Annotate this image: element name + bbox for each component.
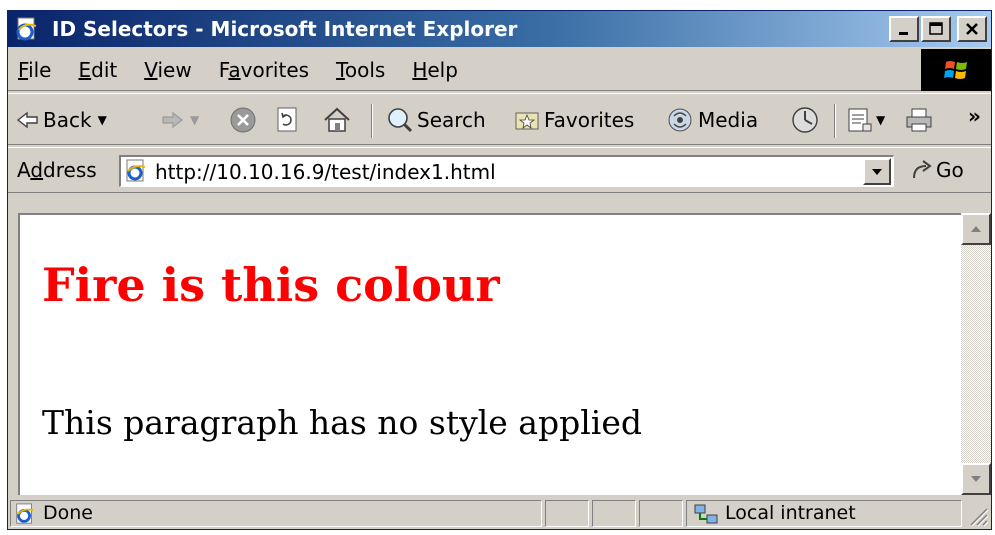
status-pane	[545, 500, 589, 527]
maximize-icon	[929, 22, 943, 35]
refresh-button[interactable]	[274, 104, 300, 136]
home-icon	[324, 107, 350, 132]
page-heading: Fire is this colour	[42, 258, 500, 312]
security-zone-pane: Local intranet	[686, 500, 962, 527]
address-combobox[interactable]	[119, 155, 894, 187]
status-text: Done	[43, 502, 93, 524]
toolbar-separator	[834, 104, 836, 138]
security-zone-label: Local intranet	[725, 502, 856, 524]
mail-icon	[848, 108, 872, 132]
address-label: Address	[17, 158, 97, 182]
minimize-icon	[899, 32, 908, 35]
page-content: Fire is this colour This paragraph has n…	[18, 213, 978, 495]
media-button[interactable]: Media	[666, 104, 758, 136]
back-dropdown-icon[interactable]: ▼	[98, 113, 107, 127]
windows-logo-throbber	[921, 49, 991, 91]
close-button[interactable]	[957, 16, 987, 42]
favorites-button[interactable]: Favorites	[513, 104, 634, 136]
scroll-up-button[interactable]	[961, 213, 991, 245]
chevron-down-icon	[971, 476, 981, 482]
forward-dropdown-icon[interactable]: ▼	[190, 113, 199, 127]
standard-toolbar: Back ▼ ▼ Search Favorites Media ▼ »	[8, 93, 991, 145]
menu-favorites[interactable]: Favorites	[219, 57, 309, 83]
window-controls	[889, 16, 987, 42]
windows-flag-icon	[944, 61, 967, 79]
back-button[interactable]: Back ▼	[16, 104, 107, 136]
vertical-scrollbar[interactable]	[961, 213, 991, 495]
menu-view[interactable]: View	[144, 57, 191, 83]
ie-page-icon	[16, 17, 37, 41]
menu-help[interactable]: Help	[412, 57, 458, 83]
menu-file[interactable]: File	[18, 57, 51, 83]
close-icon	[966, 23, 978, 35]
status-bar: Done Local intranet	[8, 497, 991, 529]
menu-tools[interactable]: Tools	[336, 57, 385, 83]
maximize-button[interactable]	[921, 16, 951, 42]
resize-grip-icon[interactable]	[967, 505, 989, 527]
search-icon	[388, 108, 413, 133]
forward-button[interactable]: ▼	[160, 104, 199, 136]
browser-window: ID Selectors - Microsoft Internet Explor…	[7, 10, 992, 530]
search-button[interactable]: Search	[386, 104, 486, 136]
ie-page-icon	[126, 159, 146, 182]
history-button[interactable]	[790, 104, 820, 136]
home-button[interactable]	[322, 104, 352, 136]
status-pane	[639, 500, 683, 527]
print-button[interactable]	[904, 104, 934, 136]
back-arrow-icon	[16, 111, 38, 129]
forward-arrow-icon	[162, 111, 183, 129]
menu-edit[interactable]: Edit	[78, 57, 117, 83]
minimize-button[interactable]	[889, 16, 919, 42]
go-button[interactable]: Go	[910, 158, 964, 182]
address-bar: Address Go	[8, 147, 991, 193]
window-title: ID Selectors - Microsoft Internet Explor…	[52, 17, 518, 41]
title-bar[interactable]: ID Selectors - Microsoft Internet Explor…	[8, 11, 991, 47]
address-input[interactable]	[155, 159, 855, 185]
scroll-down-button[interactable]	[961, 463, 991, 495]
toolbar-separator	[371, 104, 373, 138]
status-pane	[592, 500, 636, 527]
status-text-pane: Done	[10, 500, 542, 527]
mail-dropdown-icon[interactable]: ▼	[876, 113, 885, 127]
mail-button[interactable]: ▼	[846, 104, 885, 136]
ie-page-icon	[16, 503, 34, 524]
local-intranet-icon	[694, 504, 718, 524]
chevron-up-icon	[971, 226, 981, 232]
print-icon	[906, 108, 932, 132]
toolbar-overflow-button[interactable]: »	[968, 100, 981, 132]
page-paragraph: This paragraph has no style applied	[42, 403, 642, 442]
address-dropdown-button[interactable]	[863, 158, 891, 185]
refresh-icon	[277, 107, 297, 132]
go-arrow-icon	[913, 160, 932, 179]
menu-bar: File Edit View Favorites Tools Help	[8, 49, 991, 91]
stop-button[interactable]	[228, 104, 258, 136]
chevron-down-icon	[872, 168, 882, 175]
favorites-star-icon	[515, 112, 539, 130]
history-icon	[792, 107, 818, 133]
media-icon	[668, 108, 692, 132]
stop-icon	[230, 107, 256, 133]
